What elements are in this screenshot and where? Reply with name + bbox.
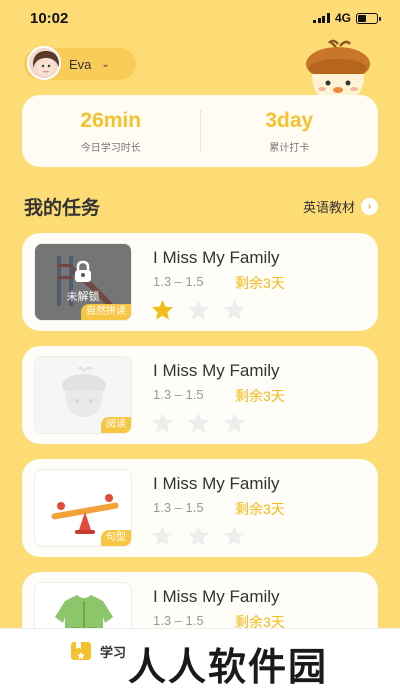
star-empty-icon	[223, 299, 246, 320]
task-range: 1.3 – 1.5	[153, 387, 204, 402]
status-indicators: 4G	[313, 11, 381, 25]
book-icon	[71, 642, 91, 660]
lock-icon	[75, 260, 91, 282]
chevron-right-icon: ›	[361, 198, 378, 215]
stat-label: 今日学习时长	[80, 142, 141, 154]
task-range: 1.3 – 1.5	[153, 613, 204, 628]
task-title: I Miss My Family	[153, 474, 280, 493]
task-remaining: 剩余3天	[235, 501, 285, 517]
status-time: 10:02	[30, 9, 69, 27]
stat-value: 26min	[80, 108, 142, 132]
star-rating	[150, 299, 247, 321]
stats-card: 26min 今日学习时长 3day 累计打卡	[22, 95, 378, 167]
task-range: 1.3 – 1.5	[153, 274, 204, 289]
task-remaining: 剩余3天	[235, 388, 285, 404]
task-thumbnail: 未解锁 自然拼读	[34, 243, 132, 321]
profile-name: Eva	[69, 56, 92, 72]
category-tag: 自然拼读	[81, 304, 131, 320]
stat-value: 3day	[265, 108, 314, 132]
profile-switcher[interactable]: Eva ⌄	[24, 46, 136, 80]
task-title: I Miss My Family	[153, 361, 280, 380]
task-thumbnail: 阅读	[34, 356, 132, 434]
stat-label: 累计打卡	[269, 142, 310, 154]
task-title: I Miss My Family	[153, 248, 280, 267]
textbook-link[interactable]: 英语教材 ›	[303, 197, 378, 216]
star-empty-icon	[187, 412, 210, 433]
star-rating	[150, 525, 247, 547]
task-remaining: 剩余3天	[235, 275, 285, 291]
star-empty-icon	[151, 525, 174, 546]
task-card[interactable]: 未解锁 自然拼读 I Miss My Family 1.3 – 1.5 剩余3天	[22, 233, 378, 331]
star-empty-icon	[223, 412, 246, 433]
avatar	[27, 46, 61, 80]
chevron-down-icon: ⌄	[101, 58, 110, 70]
star-empty-icon	[151, 412, 174, 433]
watermark-text: 人人软件园	[128, 645, 329, 689]
textbook-link-label: 英语教材	[302, 200, 355, 215]
signal-icon	[313, 13, 330, 23]
locked-label: 未解锁	[66, 291, 100, 303]
task-thumbnail: 句型	[34, 469, 132, 547]
task-title: I Miss My Family	[153, 587, 280, 606]
network-label: 4G	[334, 11, 351, 25]
star-empty-icon	[187, 525, 210, 546]
status-bar: 10:02 4G	[0, 0, 400, 36]
star-rating	[150, 412, 247, 434]
star-empty-icon	[187, 299, 210, 320]
stat-study-time: 26min 今日学习时长	[22, 109, 200, 154]
battery-icon	[356, 12, 381, 24]
category-tag: 阅读	[101, 417, 131, 433]
task-range: 1.3 – 1.5	[153, 500, 204, 515]
star-filled-icon	[151, 299, 174, 320]
tab-study[interactable]: 学习	[70, 641, 126, 661]
tab-study-label: 学习	[100, 644, 127, 660]
section-title: 我的任务	[24, 198, 101, 219]
category-tag: 句型	[101, 530, 131, 546]
task-card[interactable]: 句型 I Miss My Family 1.3 – 1.5 剩余3天	[22, 459, 378, 557]
task-card[interactable]: 阅读 I Miss My Family 1.3 – 1.5 剩余3天	[22, 346, 378, 444]
stat-checkin-days: 3day 累计打卡	[201, 109, 379, 154]
star-empty-icon	[223, 525, 246, 546]
